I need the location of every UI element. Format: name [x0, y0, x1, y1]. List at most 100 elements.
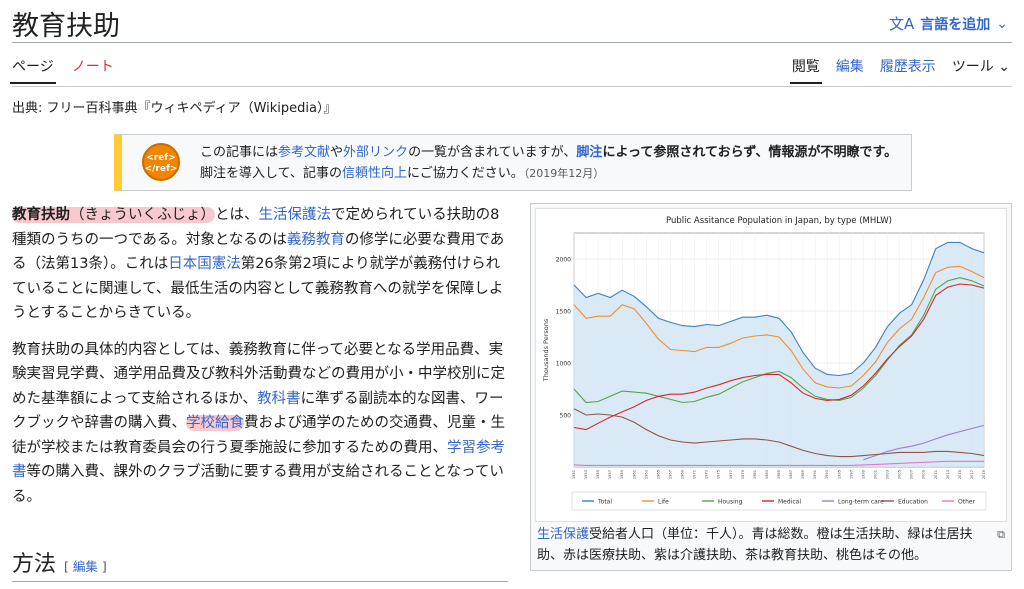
y-tick-label: 1000 — [556, 361, 571, 368]
tab-active-indicator — [789, 82, 822, 84]
tab-history[interactable]: 履歴表示 — [880, 56, 936, 76]
add-language-button[interactable]: 文A 言語を追加 ⌄ — [889, 13, 1008, 34]
x-tick-label: 1953 — [584, 470, 588, 479]
figure-caption: ⧉ 生活保護受給者人口（単位：千人）。青は総数。橙は生活扶助、緑は住居扶助、赤は医… — [537, 524, 1005, 566]
x-tick-label: 2017 — [970, 470, 974, 479]
refimprove-notice: <ref> </ref> この記事には参考文献や外部リンクの一覧が含まれていますが… — [114, 134, 912, 191]
x-tick-label: 1995 — [837, 470, 841, 479]
link-kenpo[interactable]: 日本国憲法 — [168, 256, 241, 272]
x-tick-label: 2009 — [922, 469, 926, 479]
x-tick-label: 1961 — [632, 470, 636, 479]
x-tick-label: 1963 — [644, 470, 648, 479]
bracket: ] — [97, 559, 107, 574]
site-subtitle: 出典: フリー百科事典『ウィキペディア（Wikipedia）』 — [12, 101, 337, 116]
x-tick-label: 1957 — [608, 470, 612, 479]
section-edit-link: [ 編集 ] — [64, 559, 107, 574]
x-tick-label: 1991 — [813, 470, 817, 479]
link-gimu-kyoiku[interactable]: 義務教育 — [287, 232, 345, 248]
tools-label: ツール — [951, 59, 994, 75]
figure-thumbnail: Public Assitance Population in Japan, by… — [530, 203, 1012, 571]
legend-label: Housing — [718, 499, 743, 506]
x-tick-label: 1975 — [717, 470, 721, 479]
link-references[interactable]: 参考文献 — [278, 145, 330, 160]
body-text: とは、 — [215, 207, 259, 223]
highlighted-term: 教育扶助（きょういくふじょ） — [12, 207, 215, 223]
add-language-label: 言語を追加 — [920, 16, 991, 33]
tab-read-label: 閲覧 — [791, 59, 820, 75]
legend-label: Education — [898, 499, 928, 506]
x-tick-label: 2015 — [958, 470, 962, 479]
x-tick-label: 2019 — [982, 469, 986, 479]
tools-menu[interactable]: ツール ⌄ — [952, 56, 1010, 76]
tab-talk[interactable]: ノート — [72, 56, 114, 76]
x-tick-label: 2013 — [946, 470, 950, 479]
caption-text: 受給者人口（単位：千人）。青は総数。橙は生活扶助、緑は住居扶助、赤は医療扶助、紫… — [537, 527, 973, 563]
enlarge-icon[interactable]: ⧉ — [997, 524, 1005, 545]
y-tick-label: 2000 — [556, 257, 571, 264]
legend-label: Life — [658, 499, 669, 506]
section-edit-button[interactable]: 編集 — [73, 559, 98, 574]
link-footnotes[interactable]: 脚注 — [576, 145, 602, 160]
public-assistance-chart: Public Assitance Population in Japan, by… — [542, 216, 987, 511]
legend-label: Medical — [778, 499, 801, 506]
term-reading: （きょういくふじょ） — [70, 207, 215, 223]
x-tick-label: 1955 — [596, 470, 600, 479]
link-seikatsu-hogo[interactable]: 生活保護 — [537, 527, 589, 542]
link-gakko-kyushoku[interactable]: 学校給食 — [186, 415, 244, 431]
y-tick-label: 500 — [560, 413, 572, 420]
legend-label: Long-term care — [838, 499, 884, 506]
chart-image[interactable]: Public Assitance Population in Japan, by… — [535, 208, 1007, 522]
tab-read[interactable]: 閲覧 — [789, 56, 822, 84]
x-tick-label: 1959 — [620, 469, 624, 479]
x-tick-label: 2003 — [886, 470, 890, 479]
x-tick-label: 1969 — [681, 469, 685, 479]
chart-title: Public Assitance Population in Japan, by… — [666, 216, 892, 226]
section-divider — [12, 581, 508, 582]
bracket: [ — [64, 559, 73, 574]
title-divider — [12, 42, 1012, 43]
notice-text: にご協力ください。 — [406, 166, 524, 181]
link-seikatsu-hogo-ho[interactable]: 生活保護法 — [259, 207, 332, 223]
tab-page[interactable]: ページ — [10, 56, 56, 84]
x-tick-label: 1993 — [825, 470, 829, 479]
x-tick-label: 1981 — [753, 470, 757, 479]
x-tick-label: 1989 — [801, 469, 805, 479]
notice-text-bold: によって参照されておらず、情報源が不明瞭です。 — [602, 145, 898, 160]
tab-edit[interactable]: 編集 — [836, 56, 864, 76]
x-tick-label: 2007 — [910, 470, 914, 479]
tabs-divider — [12, 86, 1012, 87]
link-external-links[interactable]: 外部リンク — [343, 145, 408, 160]
notice-text: や — [330, 145, 344, 160]
ref-tag-icon: <ref> </ref> — [142, 143, 180, 181]
x-tick-label: 1997 — [849, 470, 853, 479]
chevron-down-icon: ⌄ — [998, 59, 1010, 75]
x-tick-label: 1973 — [705, 470, 709, 479]
paragraph-intro: 教育扶助（きょういくふじょ）とは、生活保護法で定められている扶助の8種類のうちの… — [12, 203, 508, 326]
link-verifiability[interactable]: 信頼性向上 — [342, 166, 407, 181]
legend-label: Total — [597, 499, 612, 506]
legend-label: Other — [958, 499, 976, 506]
x-tick-label: 1987 — [789, 470, 793, 479]
y-axis-label: Thousands Persons — [542, 318, 550, 382]
view-tabs: 閲覧 編集 履歴表示 ツール ⌄ — [789, 56, 1010, 84]
paragraph-contents: 教育扶助の具体的内容としては、義務教育に伴って必要となる学用品費、実験実習見学費… — [12, 338, 508, 510]
notice-date: （2019年12月） — [523, 167, 605, 180]
namespace-tabs: ページ ノート — [10, 56, 114, 84]
x-tick-label: 1985 — [777, 470, 781, 479]
x-tick-label: 1965 — [656, 470, 660, 479]
section-heading-hoho: 方法 [ 編集 ] — [12, 546, 107, 578]
y-tick-label: 1500 — [556, 309, 571, 316]
body-text: 等の購入費、課外のクラブ活動に要する費用が支給されることとなっている。 — [12, 464, 504, 505]
ref-icon-text: <ref> — [146, 153, 176, 163]
x-tick-label: 1971 — [693, 470, 697, 479]
article-term: 教育扶助 — [12, 207, 70, 223]
x-tick-label: 2005 — [898, 470, 902, 479]
x-tick-label: 2001 — [873, 470, 877, 479]
link-kyokasho[interactable]: 教科書 — [257, 391, 301, 407]
chevron-down-icon: ⌄ — [996, 15, 1008, 32]
page-title: 教育扶助 — [12, 11, 120, 42]
notice-text: この記事には — [200, 145, 279, 160]
article-body: 教育扶助（きょういくふじょ）とは、生活保護法で定められている扶助の8種類のうちの… — [12, 203, 508, 521]
tab-page-label: ページ — [12, 59, 54, 75]
notice-text: の一覧が含まれていますが、 — [408, 145, 577, 160]
